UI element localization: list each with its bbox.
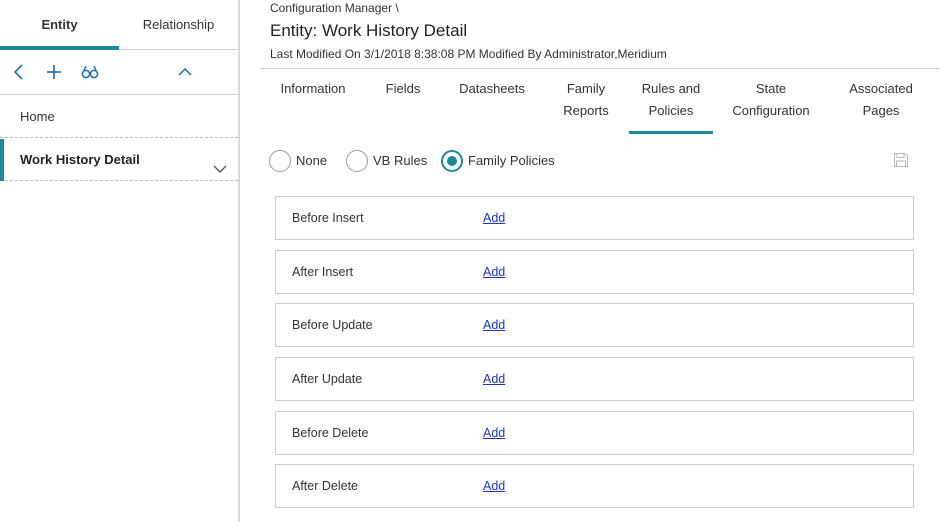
nav-item-work-history-detail[interactable]: Work History Detail	[0, 139, 238, 181]
tab-state-configuration[interactable]: State Configuration	[730, 78, 812, 122]
policy-row-before-delete: Before Delete Add	[275, 411, 914, 455]
policy-row-after-update: After Update Add	[275, 357, 914, 401]
tab-label-line2: Reports	[563, 103, 609, 118]
chevron-up-icon[interactable]	[174, 61, 196, 83]
last-modified-text: Last Modified On 3/1/2018 8:38:08 PM Mod…	[270, 47, 667, 61]
main-content: Configuration Manager \ Entity: Work His…	[240, 0, 950, 522]
add-link[interactable]: Add	[483, 318, 505, 332]
left-panel: Entity Relationship Home Work History De…	[0, 0, 239, 522]
radio-label: Family Policies	[468, 153, 555, 168]
policy-label: Before Insert	[292, 211, 364, 225]
left-tab-bar: Entity Relationship	[0, 0, 238, 50]
binoculars-icon[interactable]	[79, 61, 101, 83]
save-icon[interactable]	[893, 152, 909, 168]
page-title: Entity: Work History Detail	[270, 21, 468, 40]
radio-label: VB Rules	[373, 153, 428, 168]
tab-label: Fields	[385, 81, 421, 96]
nav-item-label: Work History Detail	[20, 152, 140, 167]
policy-row-before-update: Before Update Add	[275, 303, 914, 347]
tab-label-line1: State	[755, 81, 787, 96]
add-link[interactable]: Add	[483, 426, 505, 440]
policy-row-after-insert: After Insert Add	[275, 250, 914, 294]
policy-label: Before Update	[292, 318, 373, 332]
policy-label: After Delete	[292, 479, 359, 493]
tab-label: Datasheets	[459, 81, 525, 96]
radio-vb-rules[interactable]: VB Rules	[346, 150, 436, 172]
tab-label-line2: Pages	[862, 103, 900, 118]
radio-none[interactable]: None	[269, 150, 349, 172]
tab-label-line2: Configuration	[732, 103, 810, 118]
policy-label: After Insert	[292, 265, 354, 279]
tab-label-line1: Family	[566, 81, 606, 96]
left-toolbar	[0, 51, 238, 95]
chevron-down-icon[interactable]	[212, 152, 228, 173]
add-link[interactable]: Add	[483, 479, 505, 493]
policy-row-before-insert: Before Insert Add	[275, 196, 914, 240]
tab-label-line2: Policies	[648, 103, 694, 118]
tab-datasheets[interactable]: Datasheets	[458, 78, 526, 100]
radio-label: None	[296, 153, 328, 168]
radio-family-policies[interactable]: Family Policies	[441, 150, 561, 172]
radio-circle[interactable]	[441, 150, 463, 172]
tab-associated-pages[interactable]: Associated Pages	[844, 78, 918, 122]
plus-icon[interactable]	[43, 61, 65, 83]
radio-circle[interactable]	[346, 150, 368, 172]
add-link[interactable]: Add	[483, 211, 505, 225]
tab-rules-and-policies[interactable]: Rules and Policies	[629, 78, 713, 134]
tab-label: Information	[280, 81, 346, 96]
tab-entity[interactable]: Entity	[0, 0, 119, 50]
breadcrumb[interactable]: Configuration Manager \	[270, 1, 399, 15]
tab-label-line1: Rules and	[641, 81, 701, 96]
tab-label-line1: Associated	[849, 81, 913, 96]
policy-label: Before Delete	[292, 426, 369, 440]
tab-relationship[interactable]: Relationship	[119, 0, 238, 50]
add-link[interactable]: Add	[483, 265, 505, 279]
tab-information[interactable]: Information	[280, 78, 346, 100]
chevron-left-icon[interactable]	[8, 61, 30, 83]
radio-circle[interactable]	[269, 150, 291, 172]
nav-item-label: Home	[20, 109, 55, 124]
policy-row-after-delete: After Delete Add	[275, 464, 914, 508]
add-link[interactable]: Add	[483, 372, 505, 386]
tab-family-reports[interactable]: Family Reports	[558, 78, 614, 122]
nav-item-home[interactable]: Home	[0, 96, 238, 138]
header-divider	[260, 68, 940, 69]
tab-fields[interactable]: Fields	[384, 78, 422, 100]
policy-label: After Update	[292, 372, 363, 386]
